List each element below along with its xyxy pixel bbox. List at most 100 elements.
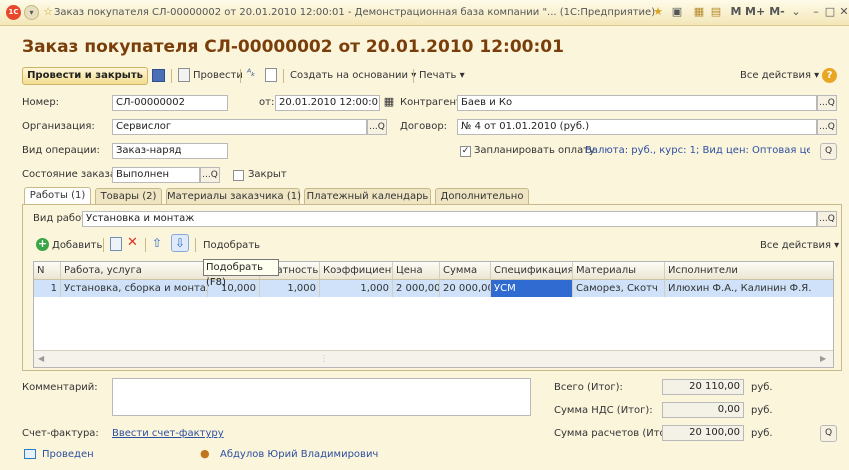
posted-status-label: Проведен [42,449,94,460]
table-cell: 1 [34,280,61,297]
calendar-picker-icon[interactable]: ▦ [382,95,396,111]
tab-works[interactable]: Работы (1) [24,187,91,204]
order-state-field[interactable]: Выполнен [112,167,200,183]
column-header[interactable]: N [34,262,61,279]
window-title: Заказ покупателя СЛ-00000002 от 20.01.20… [54,7,656,18]
pick-tooltip: Подобрать (F8) [203,259,279,288]
column-header[interactable]: Сумма [440,262,491,279]
vat-field: 0,00 [662,402,744,418]
currency-label: руб. [751,405,773,416]
memory-m-button[interactable]: M [728,5,744,18]
tab-payment-calendar[interactable]: Платежный календарь [304,188,431,204]
add-icon: + [36,237,49,251]
plan-payment-checkbox[interactable]: ✓ [460,146,471,157]
memory-mplus-button[interactable]: M+ [745,5,765,18]
table-cell: Установка, сборка и монтаж [61,280,208,297]
invoice-label: Счет-фактура: [22,428,99,439]
closed-checkbox[interactable] [233,170,244,181]
tab-additional[interactable]: Дополнительно [435,188,529,204]
works-table[interactable]: N Работа, услуга Количество Кратность Ко… [33,261,834,368]
menu-circle-button[interactable]: ▾ [24,5,39,20]
save-icon[interactable] [152,69,165,82]
table-header: N Работа, услуга Количество Кратность Ко… [34,262,833,280]
order-state-select-button[interactable]: ...Q [200,167,220,183]
contract-label: Договор: [400,121,448,132]
currency-info-link[interactable]: Валюта: руб., курс: 1; Вид цен: Оптовая … [585,145,810,156]
organization-label: Организация: [22,121,95,132]
horizontal-scrollbar[interactable]: ◀ ⋮ ▶ [34,350,833,367]
column-header[interactable]: Коэффициент [320,262,393,279]
toolbar-separator [145,238,146,252]
closed-label: Закрыт [248,169,287,180]
dropdown-icon[interactable]: ⌄ [788,5,804,18]
organization-field[interactable]: Сервислог [112,119,367,135]
close-icon[interactable]: ✕ [836,5,849,18]
create-based-on-menu[interactable]: Создать на основании ▾ [290,70,416,81]
column-header[interactable]: Цена [393,262,440,279]
toolbar-separator [171,69,172,83]
calculator-icon[interactable]: ▦ [691,5,707,18]
contract-field[interactable]: № 4 от 01.01.2010 (руб.) [457,119,817,135]
organization-select-button[interactable]: ...Q [367,119,387,135]
table-row[interactable]: 1 Установка, сборка и монтаж 10,000 1,00… [34,280,833,297]
title-bar: 1С ▾ ☆ Заказ покупателя СЛ-00000002 от 2… [0,0,849,26]
memory-mminus-button[interactable]: M- [767,5,787,18]
currency-label: руб. [751,382,773,393]
calendar-icon[interactable]: ▤ [708,5,724,18]
tab-customer-materials[interactable]: Материалы заказчика (1) [166,188,301,204]
user-icon: ● [200,447,210,460]
total-label: Всего (Итог): [554,382,623,393]
enter-invoice-link[interactable]: Ввести счет-фактуру [112,428,224,439]
delete-icon[interactable]: ✕ [127,235,138,250]
operation-type-field[interactable]: Заказ-наряд [112,143,228,159]
toolbar-separator [195,238,196,252]
scroll-left-icon[interactable]: ◀ [38,354,44,363]
table-cell: 2 000,00 [393,280,440,297]
print-menu[interactable]: Печать ▾ [419,70,465,81]
number-field[interactable]: СЛ-00000002 [112,95,228,111]
author-label: Абдулов Юрий Владимирович [220,449,379,460]
date-field[interactable]: 20.01.2010 12:00:01 [275,95,380,111]
works-all-actions-menu[interactable]: Все действия ▾ [760,240,839,251]
add-button[interactable]: Добавить [52,240,102,251]
table-cell: Илюхин Ф.А., Калинин Ф.Я. [668,283,812,294]
column-header[interactable]: Спецификация [491,262,573,279]
currency-settings-button[interactable]: Q [820,143,837,160]
table-cell: 1,000 [320,280,393,297]
favorites-icon[interactable]: ★ [650,5,666,18]
save-window-icon[interactable]: ▣ [669,5,685,18]
copy-icon[interactable] [110,237,122,251]
post-and-close-button[interactable]: Провести и закрыть [22,67,148,85]
move-down-icon[interactable]: ⇩ [171,234,189,252]
move-up-icon[interactable]: ⇧ [152,236,162,250]
app-logo-icon: 1С [6,5,21,20]
all-actions-menu[interactable]: Все действия ▾ [740,70,819,81]
scroll-thumb-icon[interactable]: ⋮ [320,354,328,363]
toolbar-separator [240,69,241,83]
column-header[interactable]: Исполнители [665,262,833,279]
movements-icon[interactable]: ᴬₖ [247,68,256,79]
comment-field[interactable] [112,378,531,416]
tab-goods[interactable]: Товары (2) [95,188,162,204]
operation-type-label: Вид операции: [22,145,100,156]
counterparty-field[interactable]: Баев и Ко [457,95,817,111]
vat-label: Сумма НДС (Итог): [554,405,653,416]
toolbar-separator [103,238,104,252]
work-type-field[interactable]: Установка и монтаж [82,211,817,227]
counterparty-select-button[interactable]: ...Q [817,95,837,111]
contract-select-button[interactable]: ...Q [817,119,837,135]
number-label: Номер: [22,97,60,108]
column-header[interactable]: Материалы [573,262,665,279]
table-cell-selected[interactable]: УСМ [491,280,573,297]
column-header[interactable]: Работа, услуга [61,262,208,279]
settlement-details-button[interactable]: Q [820,425,837,442]
pick-button[interactable]: Подобрать [203,240,260,251]
work-type-select-button[interactable]: ...Q [817,211,837,227]
help-icon[interactable]: ? [822,68,837,83]
table-cell: 20 000,00 [440,280,491,297]
counterparty-label: Контрагент: [400,97,466,108]
scroll-right-icon[interactable]: ▶ [820,354,826,363]
structure-icon[interactable] [265,68,277,82]
page-title: Заказ покупателя СЛ-00000002 от 20.01.20… [22,37,564,57]
post-button[interactable]: Провести [193,70,243,81]
